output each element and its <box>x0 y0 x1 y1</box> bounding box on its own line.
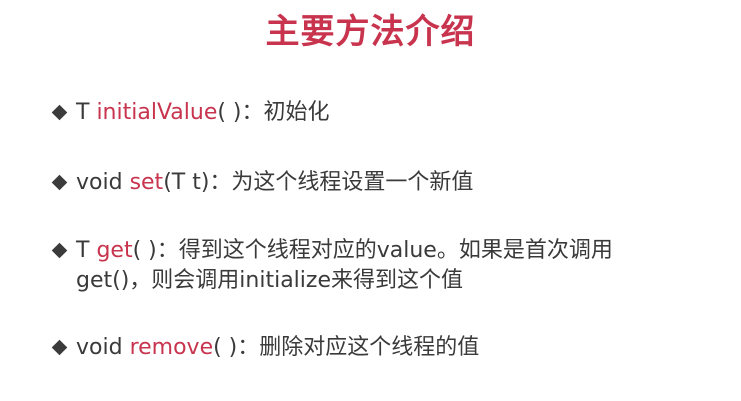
item-suffix: ( )：得到这个线程对应的value。如果是首次调用 <box>132 238 613 263</box>
method-name: remove <box>129 335 214 360</box>
list-item-text: void remove( )：删除对应这个线程的值 <box>76 333 479 363</box>
item-prefix: void <box>76 170 130 195</box>
list-item-text: void set(T t)：为这个线程设置一个新值 <box>76 168 473 198</box>
list-item-initialvalue: T initialValue( )：初始化 <box>48 98 708 128</box>
method-name: set <box>129 170 164 195</box>
diamond-bullet-icon <box>48 168 76 198</box>
slide-title: 主要方法介绍 <box>265 12 476 52</box>
slide: 主要方法介绍 T initialValue( )：初始化 void set(T … <box>0 0 741 401</box>
item-suffix: ( )：初始化 <box>217 100 330 125</box>
item-prefix: T <box>76 100 97 125</box>
list-item-remove: void remove( )：删除对应这个线程的值 <box>48 333 708 363</box>
item-prefix: T <box>76 238 97 263</box>
item-suffix: (T t)：为这个线程设置一个新值 <box>163 170 474 195</box>
item-prefix: void <box>76 335 130 360</box>
item-continuation: get()，则会调用initialize来得到这个值 <box>76 268 463 293</box>
diamond-bullet-icon <box>48 236 76 266</box>
diamond-bullet-icon <box>48 98 76 128</box>
item-suffix: ( )：删除对应这个线程的值 <box>213 335 480 360</box>
list-item-set: void set(T t)：为这个线程设置一个新值 <box>48 168 708 198</box>
diamond-bullet-icon <box>48 333 76 363</box>
method-name: initialValue <box>96 100 218 125</box>
list-item-text: T initialValue( )：初始化 <box>76 98 330 128</box>
list-item-get: T get( )：得到这个线程对应的value。如果是首次调用 get()，则会调… <box>48 236 708 296</box>
list-item-text: T get( )：得到这个线程对应的value。如果是首次调用 get()，则会调… <box>76 236 613 296</box>
method-name: get <box>96 238 133 263</box>
